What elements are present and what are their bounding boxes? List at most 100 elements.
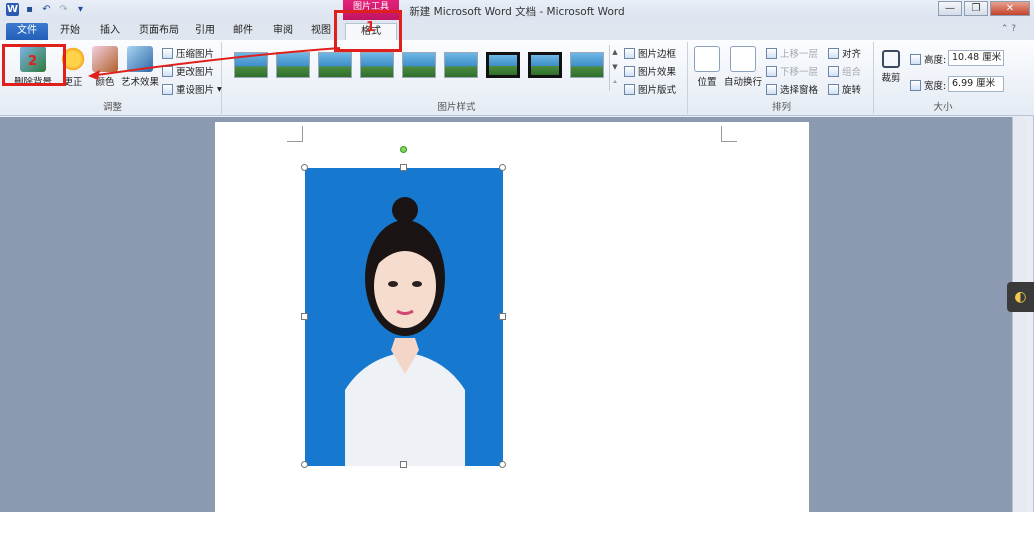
- tab-review[interactable]: 审阅: [268, 23, 298, 40]
- position-button[interactable]: 位置: [694, 46, 720, 88]
- window-title: 新建 Microsoft Word 文档 - Microsoft Word: [409, 6, 625, 18]
- align-label: 对齐: [842, 49, 862, 60]
- width-icon: [910, 79, 921, 91]
- minimize-button[interactable]: —: [938, 1, 962, 16]
- reset-picture-icon: [162, 83, 173, 95]
- side-assistant-icon[interactable]: ◐: [1007, 282, 1034, 312]
- resize-handle[interactable]: [400, 164, 407, 171]
- tab-references[interactable]: 引用: [190, 23, 220, 40]
- align-button[interactable]: 对齐: [828, 46, 861, 60]
- tab-home[interactable]: 开始: [54, 23, 86, 40]
- picture-layout-icon: [624, 83, 635, 95]
- group-label-arrange: 排列: [771, 102, 791, 113]
- resize-handle[interactable]: [499, 313, 506, 320]
- word-window: W ▪ ↶ ↷ ▾ 图片工具 新建 Microsoft Word 文档 - Mi…: [0, 0, 1034, 512]
- wrap-text-icon: [730, 46, 756, 72]
- picture-layout-label: 图片版式: [638, 85, 677, 96]
- selection-pane-button[interactable]: 选择窗格: [766, 82, 818, 96]
- picture-style-thumb[interactable]: [528, 52, 562, 78]
- page-corner-mark: [721, 126, 737, 142]
- picture-style-thumb[interactable]: [486, 52, 520, 78]
- width-input[interactable]: 6.99 厘米: [948, 76, 1004, 92]
- tab-page-layout[interactable]: 页面布局: [134, 23, 184, 40]
- picture-style-thumb[interactable]: [570, 52, 604, 78]
- annotation-number-1: 1: [366, 20, 376, 35]
- width-label: 宽度:: [924, 81, 947, 92]
- screenshot-bottom-margin: [0, 512, 1034, 541]
- window-controls: — ❐ ✕: [938, 1, 1030, 16]
- dropdown-arrow-icon: ▾: [217, 83, 222, 95]
- align-icon: [828, 47, 839, 59]
- scroll-down-icon[interactable]: ▼: [610, 60, 620, 75]
- group-objects-icon: [828, 65, 839, 77]
- group-size: 裁剪 高度: 10.48 厘米 宽度: 6.99 厘米 大小: [876, 42, 1010, 114]
- tab-mailings[interactable]: 邮件: [228, 23, 258, 40]
- reset-picture-button[interactable]: 重设图片 ▾: [162, 82, 222, 96]
- picture-style-thumb[interactable]: [444, 52, 478, 78]
- bring-forward-icon: [766, 47, 777, 59]
- scroll-up-icon[interactable]: ▲: [610, 45, 620, 60]
- group-label-picture-styles: 图片样式: [437, 102, 476, 113]
- page-corner-mark: [287, 126, 303, 142]
- rotate-icon: [828, 83, 839, 95]
- height-icon: [910, 53, 921, 65]
- wrap-text-label: 自动换行: [723, 77, 762, 88]
- picture-border-button[interactable]: 图片边框: [624, 46, 676, 60]
- annotation-arrow: [88, 47, 341, 80]
- position-icon: [694, 46, 720, 72]
- restore-button[interactable]: ❐: [964, 1, 988, 16]
- picture-effects-button[interactable]: 图片效果: [624, 64, 676, 78]
- height-label: 高度:: [924, 55, 947, 66]
- rotate-button[interactable]: 旋转: [828, 82, 861, 96]
- resize-handle[interactable]: [301, 461, 308, 468]
- selected-photo[interactable]: [305, 168, 503, 466]
- crop-button[interactable]: 裁剪: [878, 46, 904, 84]
- resize-handle[interactable]: [301, 164, 308, 171]
- tab-insert[interactable]: 插入: [94, 23, 126, 40]
- crop-label: 裁剪: [881, 73, 901, 84]
- title-bar: W ▪ ↶ ↷ ▾ 图片工具 新建 Microsoft Word 文档 - Mi…: [0, 0, 1034, 20]
- vertical-scrollbar[interactable]: [1012, 117, 1026, 512]
- selection-pane-label: 选择窗格: [780, 85, 819, 96]
- bring-forward-label: 上移一层: [780, 49, 819, 60]
- picture-layout-button[interactable]: 图片版式: [624, 82, 676, 96]
- group-objects-button[interactable]: 组合: [828, 64, 861, 78]
- group-label-adjust: 调整: [102, 102, 122, 113]
- resize-handle[interactable]: [400, 461, 407, 468]
- crop-icon: [882, 50, 900, 68]
- picture-border-label: 图片边框: [638, 49, 677, 60]
- close-button[interactable]: ✕: [990, 1, 1030, 16]
- tab-file[interactable]: 文件: [6, 23, 48, 40]
- height-label-row: 高度:: [910, 52, 946, 66]
- send-backward-button[interactable]: 下移一层: [766, 64, 818, 78]
- portrait-illustration: [305, 168, 503, 466]
- picture-style-thumb[interactable]: [360, 52, 394, 78]
- position-label: 位置: [697, 77, 717, 88]
- resize-handle[interactable]: [499, 461, 506, 468]
- width-label-row: 宽度:: [910, 78, 946, 92]
- picture-effects-icon: [624, 65, 635, 77]
- send-backward-icon: [766, 65, 777, 77]
- resize-handle[interactable]: [499, 164, 506, 171]
- rotate-handle[interactable]: [400, 146, 407, 153]
- resize-handle[interactable]: [301, 313, 308, 320]
- bring-forward-button[interactable]: 上移一层: [766, 46, 818, 60]
- annotation-number-2: 2: [28, 54, 38, 69]
- gallery-more-icon[interactable]: ⩡: [610, 75, 620, 90]
- picture-effects-label: 图片效果: [638, 67, 677, 78]
- ribbon-tab-bar: 文件 开始 插入 页面布局 引用 邮件 审阅 视图 格式 ⌃ ?: [0, 20, 1034, 40]
- group-objects-label: 组合: [842, 67, 862, 78]
- picture-style-thumb[interactable]: [402, 52, 436, 78]
- group-arrange: 位置 自动换行 上移一层 下移一层 选择窗格 对齐 组合 旋转 排列: [690, 42, 874, 114]
- ribbon-collapse-icon[interactable]: ⌃ ?: [1001, 24, 1016, 34]
- document-area: [0, 117, 1012, 512]
- wrap-text-button[interactable]: 自动换行: [722, 46, 764, 88]
- picture-border-icon: [624, 47, 635, 59]
- selection-pane-icon: [766, 83, 777, 95]
- send-backward-label: 下移一层: [780, 67, 819, 78]
- tab-view[interactable]: 视图: [306, 23, 336, 40]
- style-gallery-scroll[interactable]: ▲ ▼ ⩡: [609, 45, 620, 91]
- rotate-label: 旋转: [842, 85, 862, 96]
- reset-picture-label: 重设图片: [176, 85, 215, 96]
- height-input[interactable]: 10.48 厘米: [948, 50, 1004, 66]
